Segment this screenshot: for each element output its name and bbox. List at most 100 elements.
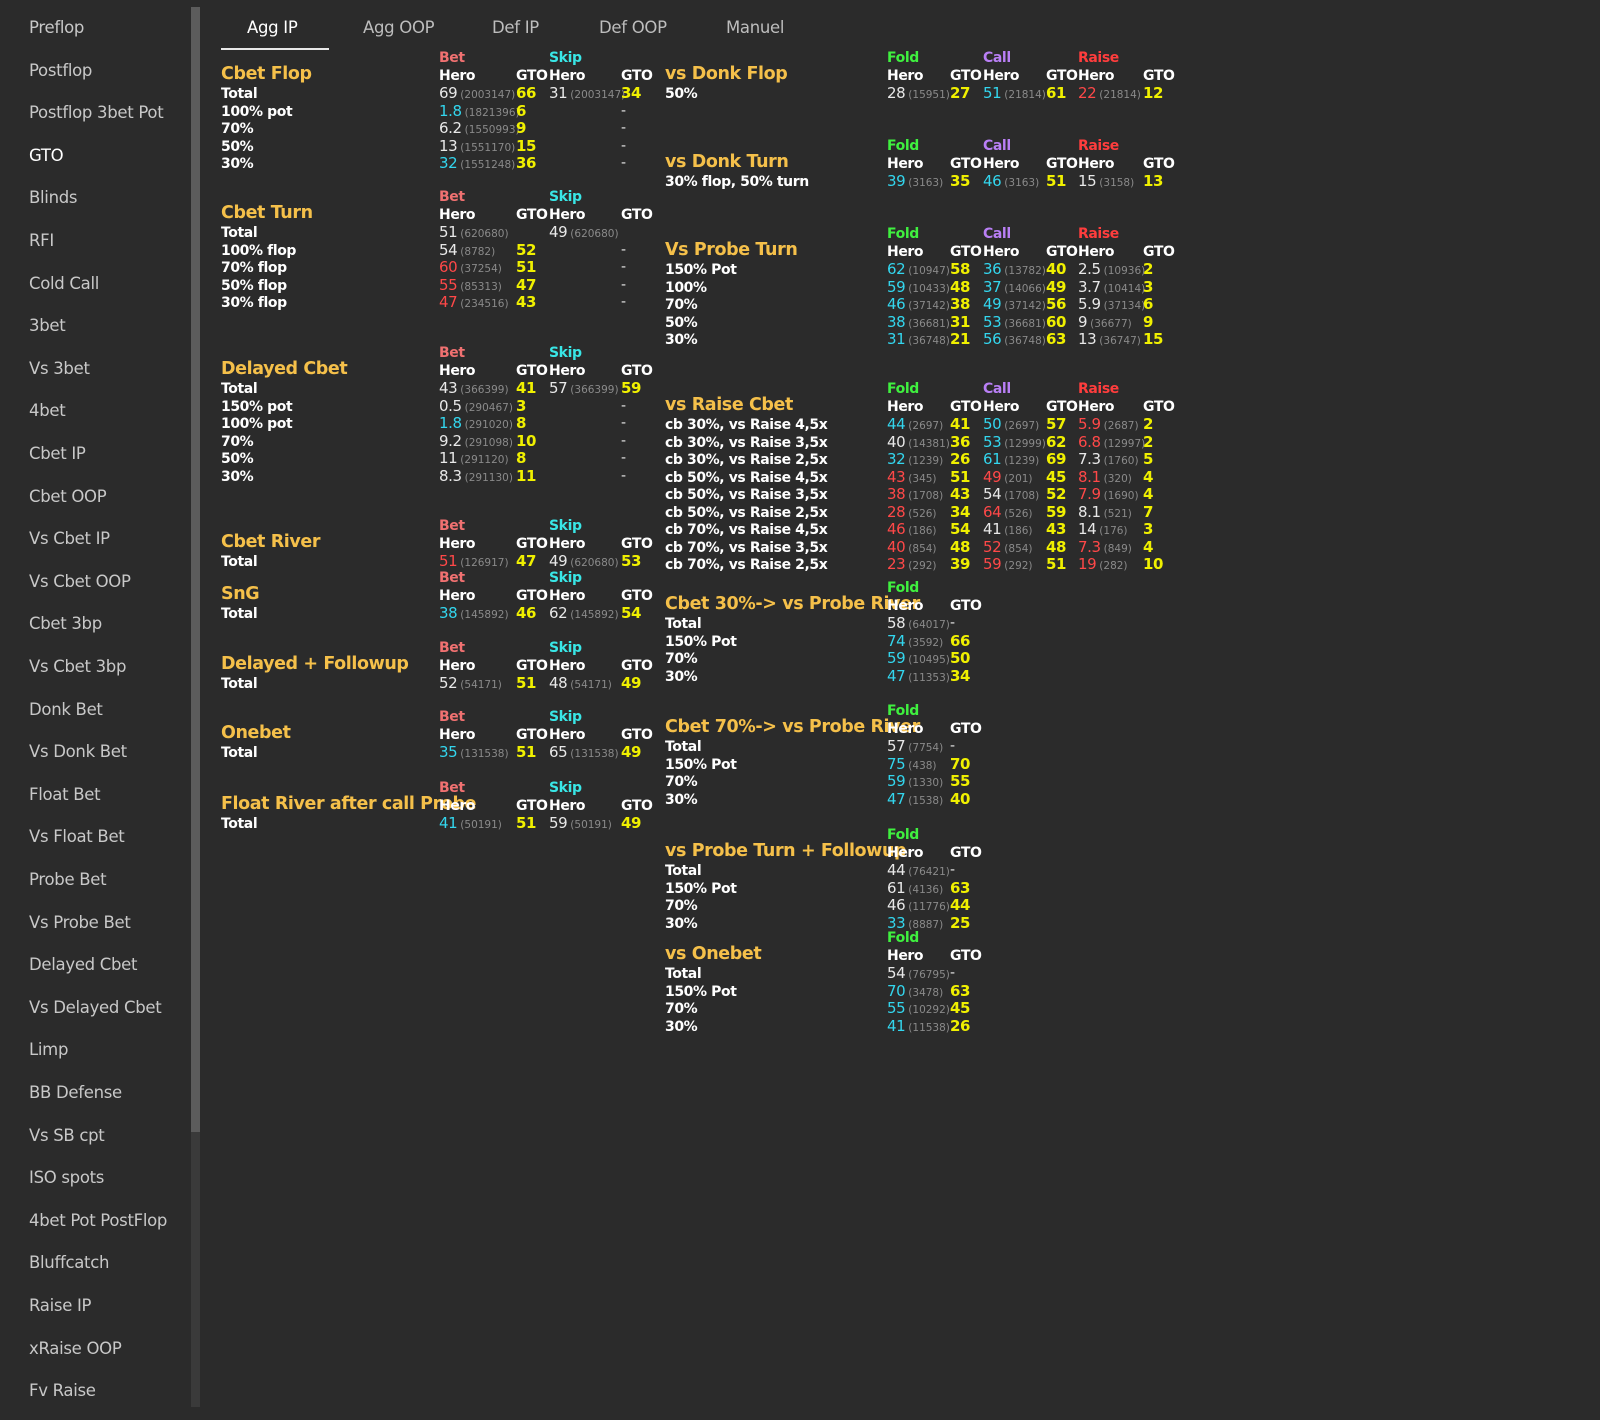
row-label: 70% bbox=[665, 1001, 698, 1017]
row-label: 30% bbox=[221, 156, 254, 172]
skip-gto-cell: - bbox=[621, 415, 626, 431]
gto-header: GTO bbox=[621, 727, 653, 743]
hero-header: Hero bbox=[549, 658, 586, 674]
call-hero-cell-sample-count: (526) bbox=[1004, 507, 1033, 520]
bet-hero-cell-sample-count: (126917) bbox=[460, 557, 509, 569]
raise-hero-cell-value: 2.5 bbox=[1078, 260, 1101, 278]
bet-hero-cell-value: 11 bbox=[439, 449, 458, 467]
gto-header: GTO bbox=[621, 207, 653, 223]
fold-hero-cell-value: 75 bbox=[887, 754, 906, 773]
fold-hero-cell-sample-count: (3478) bbox=[908, 986, 944, 999]
call-gto-cell: 40 bbox=[1046, 260, 1067, 278]
row-label: 70% bbox=[665, 651, 698, 667]
skip-gto-cell: - bbox=[621, 102, 626, 119]
raise-hero-cell-sample-count: (3158) bbox=[1099, 177, 1135, 189]
skip-gto-cell: 49 bbox=[621, 814, 642, 832]
fold-gto-cell: 34 bbox=[950, 502, 971, 521]
raise-gto-cell: 4 bbox=[1143, 467, 1154, 486]
bet-column-header: Bet bbox=[439, 345, 465, 361]
bet-hero-cell-sample-count: (1550993) bbox=[464, 124, 520, 136]
fold-hero-cell-value: 47 bbox=[887, 789, 906, 808]
raise-hero-cell-value: 8.1 bbox=[1078, 502, 1101, 521]
raise-column-header: Raise bbox=[1078, 381, 1119, 397]
section-title: vs Donk Turn bbox=[665, 152, 789, 172]
skip-hero-cell: 48 (54171) bbox=[549, 675, 612, 694]
fold-gto-cell: - bbox=[950, 615, 955, 631]
call-gto-cell: 51 bbox=[1046, 555, 1067, 573]
gto-header: GTO bbox=[1046, 68, 1078, 84]
fold-hero-cell-value: 46 bbox=[887, 295, 906, 313]
skip-hero-cell-sample-count: (620680) bbox=[570, 557, 619, 569]
call-hero-cell-sample-count: (12999) bbox=[1004, 437, 1046, 450]
raise-hero-cell: 22 (21814) bbox=[1078, 85, 1141, 104]
bet-hero-cell-value: 43 bbox=[439, 379, 458, 397]
fold-hero-cell-value: 44 bbox=[887, 861, 906, 879]
fold-hero-cell-sample-count: (186) bbox=[908, 525, 937, 537]
raise-hero-cell-value: 8.1 bbox=[1078, 467, 1101, 486]
skip-gto-cell: - bbox=[621, 120, 626, 136]
bet-gto-cell: 47 bbox=[516, 552, 537, 570]
raise-hero-cell: 13 (36747) bbox=[1078, 331, 1141, 350]
hero-header: Hero bbox=[549, 363, 586, 379]
fold-hero-cell-sample-count: (1708) bbox=[908, 490, 944, 502]
bet-hero-cell-sample-count: (291120) bbox=[460, 454, 509, 466]
raise-hero-cell-value: 7.3 bbox=[1078, 537, 1101, 556]
raise-gto-cell: 4 bbox=[1143, 537, 1154, 556]
fold-hero-cell-sample-count: (345) bbox=[908, 472, 937, 485]
call-hero-cell-sample-count: (37142) bbox=[1004, 300, 1046, 312]
call-hero-cell-sample-count: (2697) bbox=[1004, 420, 1040, 432]
section-title: Cbet River bbox=[221, 532, 321, 552]
fold-hero-cell-value: 38 bbox=[887, 312, 906, 331]
raise-hero-cell-value: 9 bbox=[1078, 312, 1088, 331]
fold-hero-cell-sample-count: (64017) bbox=[908, 619, 950, 631]
fold-hero-cell-value: 59 bbox=[887, 649, 906, 667]
hero-header: Hero bbox=[439, 536, 476, 552]
gto-header: GTO bbox=[621, 536, 653, 552]
skip-hero-cell-sample-count: (145892) bbox=[570, 609, 619, 621]
gto-header: GTO bbox=[950, 721, 982, 737]
fold-hero-cell-value: 58 bbox=[887, 614, 906, 632]
gto-header: GTO bbox=[621, 798, 653, 814]
raise-hero-cell-sample-count: (21814) bbox=[1099, 89, 1141, 101]
fold-hero-cell-sample-count: (4136) bbox=[908, 883, 944, 896]
skip-gto-cell: 53 bbox=[621, 552, 642, 570]
fold-gto-cell: 40 bbox=[950, 789, 971, 808]
row-label: cb 70%, vs Raise 4,5x bbox=[665, 522, 828, 538]
fold-gto-cell: 27 bbox=[950, 84, 971, 102]
hero-header: Hero bbox=[439, 658, 476, 674]
call-gto-cell: 43 bbox=[1046, 520, 1067, 538]
skip-hero-cell-sample-count: (620680) bbox=[570, 228, 619, 240]
fold-hero-cell-sample-count: (3163) bbox=[908, 177, 944, 189]
raise-hero-cell-value: 5.9 bbox=[1078, 415, 1101, 433]
skip-gto-cell: - bbox=[621, 155, 626, 171]
hero-header: Hero bbox=[549, 798, 586, 814]
row-label: 70% flop bbox=[221, 260, 287, 276]
call-hero-cell-value: 51 bbox=[983, 84, 1002, 102]
raise-hero-cell-value: 7.3 bbox=[1078, 450, 1101, 468]
skip-hero-cell: 57 (366399) bbox=[549, 380, 619, 399]
fold-hero-cell: 28 (15951) bbox=[887, 85, 950, 104]
bet-hero-cell-value: 54 bbox=[439, 240, 458, 259]
row-label: 30% bbox=[665, 332, 698, 348]
skip-hero-cell-sample-count: (131538) bbox=[570, 748, 619, 760]
gto-header: GTO bbox=[950, 156, 982, 172]
fold-gto-cell: 26 bbox=[950, 1016, 971, 1035]
fold-hero-cell: 47 (11353) bbox=[887, 667, 950, 687]
hero-header: Hero bbox=[549, 68, 586, 84]
bet-hero-cell-sample-count: (234516) bbox=[460, 298, 509, 310]
call-gto-cell: 62 bbox=[1046, 432, 1067, 451]
bet-hero-cell-sample-count: (8782) bbox=[460, 245, 496, 258]
raise-hero-cell: 19 (282) bbox=[1078, 556, 1128, 575]
fold-gto-cell: 21 bbox=[950, 330, 971, 348]
raise-hero-cell-sample-count: (849) bbox=[1103, 542, 1132, 555]
row-label: Total bbox=[665, 616, 702, 632]
fold-hero-cell-sample-count: (1538) bbox=[908, 794, 944, 807]
row-label: cb 30%, vs Raise 4,5x bbox=[665, 417, 828, 433]
raise-gto-cell: 9 bbox=[1143, 312, 1154, 331]
fold-hero-cell-sample-count: (3592) bbox=[908, 636, 944, 649]
call-gto-cell: 61 bbox=[1046, 84, 1067, 102]
fold-hero-cell-value: 44 bbox=[887, 415, 906, 433]
bet-gto-cell: 11 bbox=[516, 466, 537, 485]
bet-hero-cell-value: 51 bbox=[439, 223, 458, 241]
skip-gto-cell: 54 bbox=[621, 604, 642, 622]
